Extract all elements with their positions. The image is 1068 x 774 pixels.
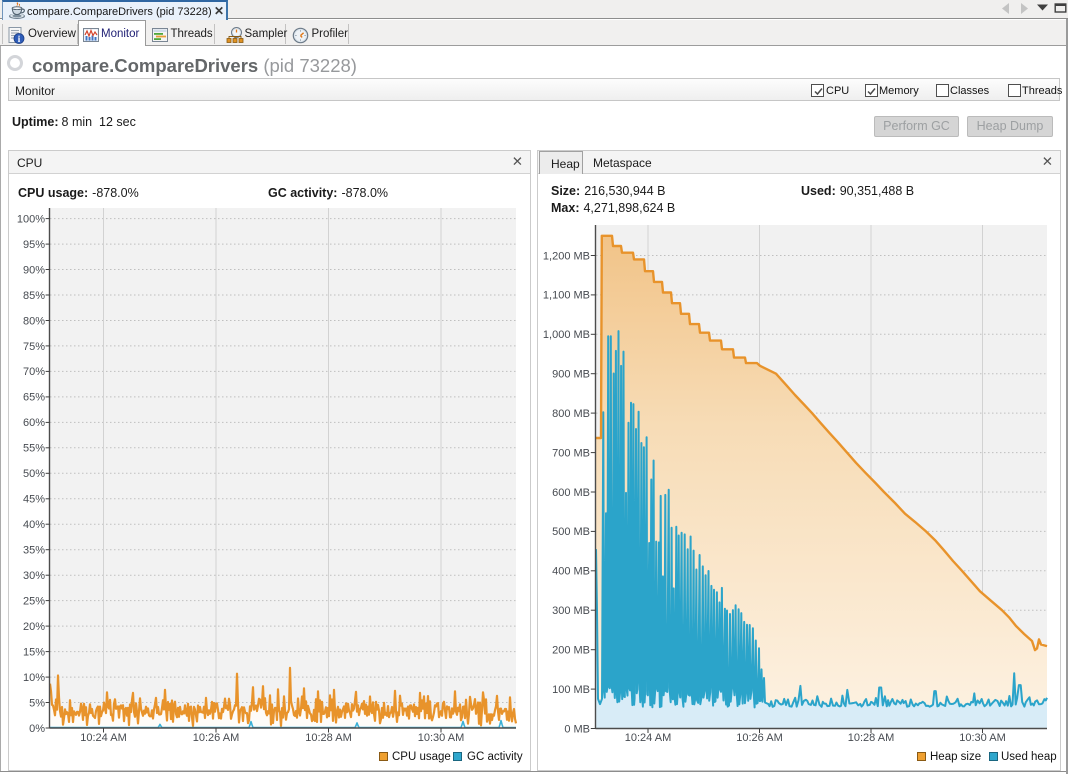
svg-text:50%: 50% [23, 468, 45, 480]
svg-text:25%: 25% [23, 595, 45, 607]
svg-text:45%: 45% [23, 494, 45, 506]
svg-text:900 MB: 900 MB [552, 369, 590, 381]
svg-text:100%: 100% [17, 213, 45, 225]
svg-text:35%: 35% [23, 545, 45, 557]
svg-text:30%: 30% [23, 570, 45, 582]
svg-text:700 MB: 700 MB [552, 447, 590, 459]
svg-text:90%: 90% [23, 264, 45, 276]
svg-text:80%: 80% [23, 315, 45, 327]
svg-text:200 MB: 200 MB [552, 645, 590, 657]
svg-text:10:26 AM: 10:26 AM [736, 732, 782, 744]
svg-text:500 MB: 500 MB [552, 526, 590, 538]
svg-text:10:26 AM: 10:26 AM [193, 732, 239, 744]
svg-text:5%: 5% [29, 697, 45, 709]
svg-text:10:30 AM: 10:30 AM [418, 732, 464, 744]
svg-text:55%: 55% [23, 443, 45, 455]
svg-text:300 MB: 300 MB [552, 605, 590, 617]
svg-text:800 MB: 800 MB [552, 408, 590, 420]
svg-text:1,000 MB: 1,000 MB [543, 329, 590, 341]
svg-text:100 MB: 100 MB [552, 684, 590, 696]
svg-text:1,200 MB: 1,200 MB [543, 250, 590, 262]
svg-text:10:28 AM: 10:28 AM [848, 732, 894, 744]
svg-text:60%: 60% [23, 417, 45, 429]
svg-text:400 MB: 400 MB [552, 566, 590, 578]
svg-text:15%: 15% [23, 646, 45, 658]
svg-text:65%: 65% [23, 392, 45, 404]
svg-text:20%: 20% [23, 621, 45, 633]
svg-text:600 MB: 600 MB [552, 487, 590, 499]
svg-text:10:24 AM: 10:24 AM [80, 732, 126, 744]
svg-text:0%: 0% [29, 723, 45, 735]
svg-text:95%: 95% [23, 239, 45, 251]
svg-text:10:30 AM: 10:30 AM [959, 732, 1005, 744]
svg-text:1,100 MB: 1,100 MB [543, 290, 590, 302]
svg-text:85%: 85% [23, 290, 45, 302]
svg-text:70%: 70% [23, 366, 45, 378]
svg-text:75%: 75% [23, 341, 45, 353]
svg-text:10:24 AM: 10:24 AM [625, 732, 671, 744]
svg-text:10%: 10% [23, 672, 45, 684]
svg-text:10:28 AM: 10:28 AM [305, 732, 351, 744]
svg-text:0 MB: 0 MB [564, 723, 590, 735]
svg-text:40%: 40% [23, 519, 45, 531]
